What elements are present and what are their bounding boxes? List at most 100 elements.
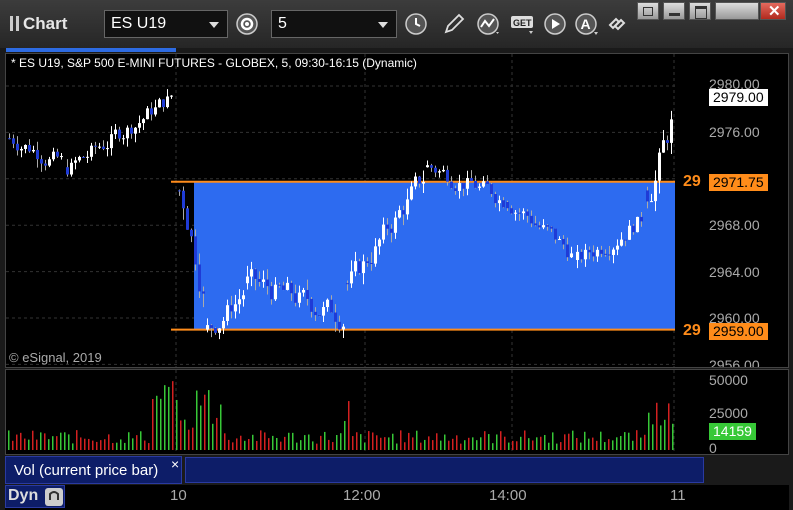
volume-bar: [16, 434, 18, 450]
candle-body: [546, 225, 549, 227]
volume-bar: [12, 440, 14, 450]
study-wave-icon: [477, 13, 499, 35]
price-chart-canvas[interactable]: [6, 54, 789, 368]
draw-button[interactable]: [439, 10, 469, 38]
close-study-icon[interactable]: ×: [171, 456, 179, 472]
volume-bar: [52, 436, 54, 450]
volume-bar: [452, 438, 454, 450]
candle-body: [246, 276, 249, 284]
candle-body: [600, 249, 603, 254]
clock-button[interactable]: [401, 10, 431, 38]
candle-body: [142, 119, 145, 124]
volume-bar: [268, 438, 270, 450]
candle-body: [66, 167, 69, 175]
price-chart[interactable]: * ES U19, S&P 500 E-MINI FUTURES - GLOBE…: [5, 53, 789, 368]
volume-bar: [360, 434, 362, 450]
link-button[interactable]: [602, 10, 632, 38]
candle-body: [378, 239, 381, 247]
candle-body: [450, 181, 453, 189]
volume-bar: [576, 437, 578, 450]
candle-body: [382, 224, 385, 240]
clock-icon: [405, 13, 427, 35]
volume-bar: [36, 439, 38, 450]
volume-bar: [64, 432, 66, 450]
volume-bar: [540, 436, 542, 450]
volume-bar: [104, 439, 106, 450]
candle-body: [522, 211, 525, 214]
volume-bar: [352, 436, 354, 450]
restore-button[interactable]: [637, 2, 659, 20]
volume-bar: [532, 440, 534, 450]
toolbar: Chart ES U19 5 GET A ✕: [0, 0, 793, 48]
candle-body: [106, 148, 109, 150]
volume-study-label[interactable]: Vol (current price bar): [5, 456, 182, 484]
candle-body: [8, 138, 11, 140]
volume-bar: [116, 442, 118, 450]
candle-body: [250, 269, 253, 277]
restore-icon: [643, 7, 653, 16]
candle-body: [146, 108, 149, 120]
candle-body: [462, 183, 465, 189]
candle-body: [358, 261, 361, 274]
volume-bar: [336, 435, 338, 450]
volume-bar: [276, 437, 278, 450]
candle-body: [222, 320, 225, 329]
volume-bar: [520, 436, 522, 450]
interval-input[interactable]: 5: [271, 10, 397, 38]
volume-bar: [660, 425, 662, 450]
maximize-button[interactable]: [689, 2, 711, 20]
candle-body: [202, 291, 205, 294]
volume-bar: [460, 443, 462, 450]
candle-body: [330, 299, 333, 313]
candle-body: [494, 194, 497, 204]
candle-body: [666, 140, 669, 143]
candle-body: [414, 176, 417, 187]
minimize-button[interactable]: [663, 2, 685, 20]
price-tick: 2956.00: [709, 357, 760, 368]
settings-gear-button[interactable]: [232, 10, 262, 38]
candle-body: [478, 186, 481, 188]
volume-bar: [556, 443, 558, 450]
dyn-label: Dyn: [8, 487, 39, 504]
dynamic-mode-button[interactable]: Dyn: [5, 485, 65, 508]
cursor-mode-button[interactable]: A: [571, 10, 601, 38]
volume-bar: [616, 437, 618, 450]
upper-level-price: 2971.75: [709, 174, 768, 191]
volume-bar: [32, 430, 34, 450]
volume-bar: [672, 423, 674, 450]
play-button[interactable]: [540, 10, 570, 38]
candle-body: [82, 156, 85, 158]
candle-body: [322, 307, 325, 316]
volume-bar: [200, 405, 202, 450]
candle-body: [242, 295, 245, 300]
symbol-dropdown-icon[interactable]: [209, 22, 219, 28]
volume-bar: [196, 390, 198, 450]
candle-body: [538, 225, 541, 228]
time-label: 11: [670, 487, 686, 504]
volume-bar: [320, 435, 322, 450]
volume-bar: [332, 442, 334, 450]
volume-canvas[interactable]: [6, 370, 789, 455]
volume-bar: [48, 439, 50, 450]
price-axis[interactable]: 2980.00 2976.00 2968.00 2964.00 2960.00 …: [675, 54, 788, 368]
interval-dropdown-icon[interactable]: [378, 22, 388, 28]
close-button[interactable]: ✕: [760, 2, 786, 20]
volume-bar: [204, 394, 206, 450]
chart-bars-icon: [10, 16, 19, 31]
volume-bar: [560, 442, 562, 450]
candle-body: [154, 107, 157, 115]
volume-bar: [248, 439, 250, 450]
candle-body: [584, 249, 587, 260]
studies-button[interactable]: [473, 10, 503, 38]
get-data-button[interactable]: GET: [507, 10, 537, 38]
volume-bar: [216, 417, 218, 450]
volume-bar: [544, 434, 546, 450]
volume-bar: [272, 435, 274, 450]
candle-body: [334, 312, 337, 322]
volume-panel[interactable]: 50000 25000 0 14159: [5, 369, 789, 455]
candle-body: [542, 225, 545, 228]
volume-bar: [600, 431, 602, 450]
symbol-input[interactable]: ES U19: [104, 10, 228, 38]
candle-body: [86, 156, 89, 158]
volume-bar: [40, 432, 42, 450]
